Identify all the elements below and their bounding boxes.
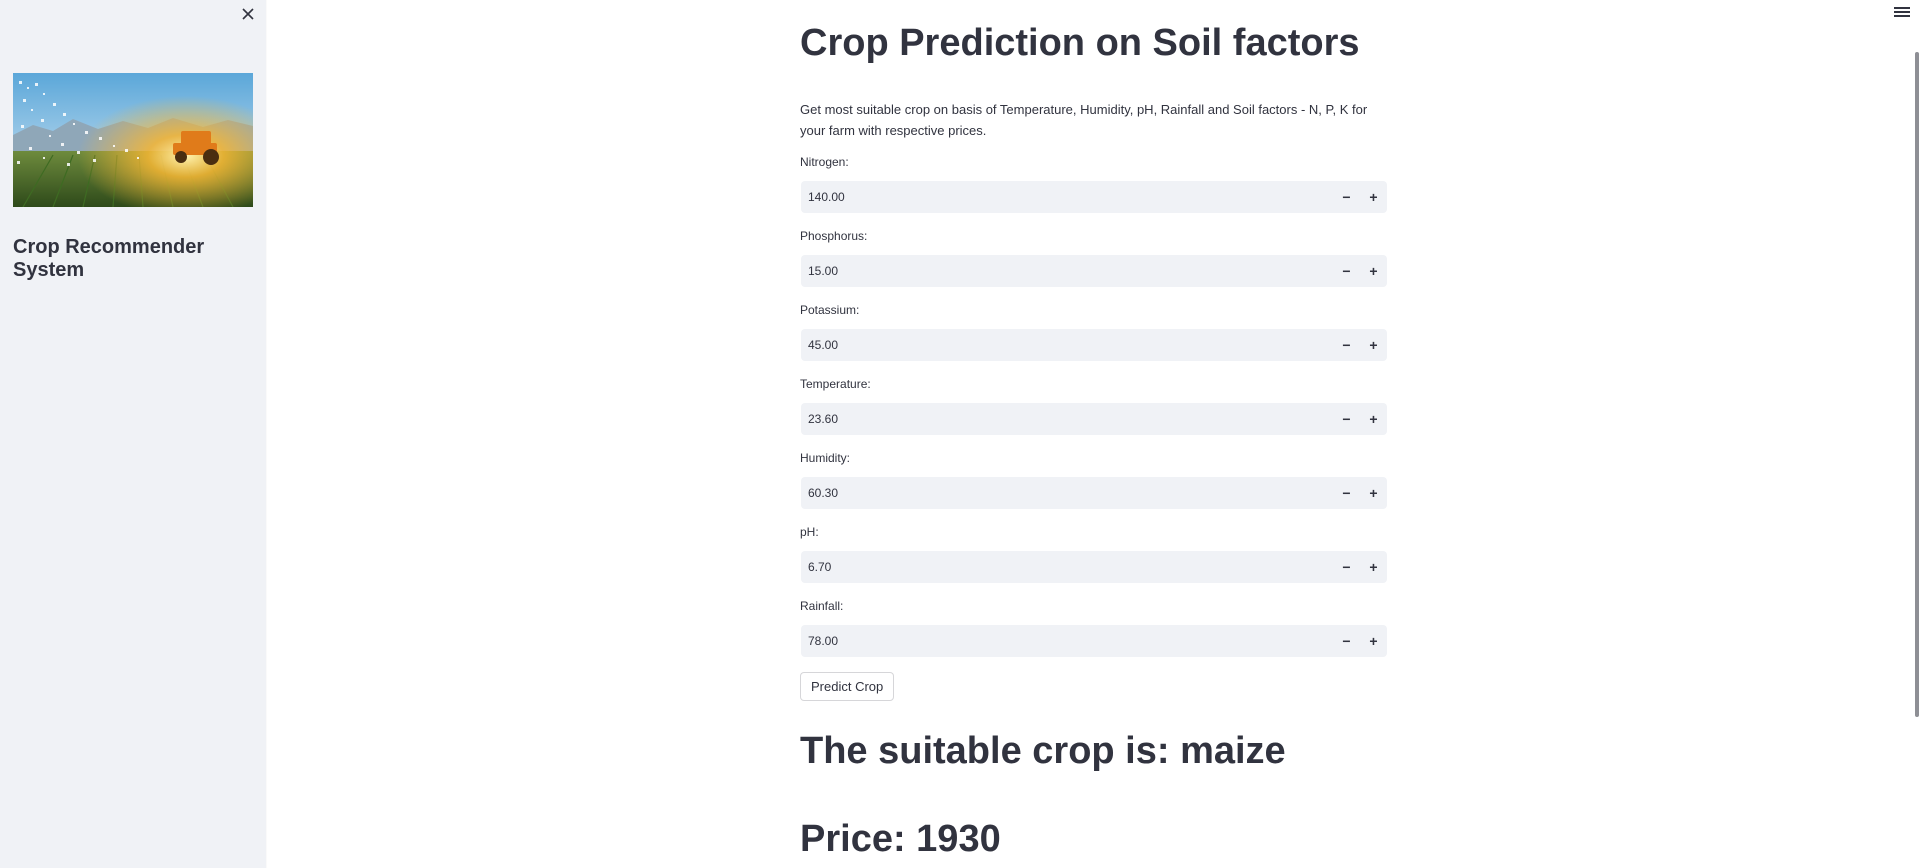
phosphorus-decrement-button[interactable]: − (1333, 255, 1360, 287)
humidity-decrement-button[interactable]: − (1333, 477, 1360, 509)
nitrogen-field: − + (801, 181, 1387, 213)
potassium-input[interactable] (801, 329, 1321, 361)
predict-crop-button[interactable]: Predict Crop (800, 672, 895, 701)
phosphorus-field: − + (801, 255, 1387, 287)
close-icon (242, 8, 254, 20)
rainfall-decrement-button[interactable]: − (1333, 625, 1360, 657)
humidity-input[interactable] (801, 477, 1321, 509)
sidebar-banner-image (13, 73, 253, 207)
nitrogen-input[interactable] (801, 181, 1321, 213)
ph-increment-button[interactable]: + (1360, 551, 1387, 583)
nitrogen-label: Nitrogen: (800, 155, 849, 169)
ph-input[interactable] (801, 551, 1321, 583)
main-area: Crop Prediction on Soil factors Get most… (266, 0, 1920, 868)
rainfall-increment-button[interactable]: + (1360, 625, 1387, 657)
nitrogen-increment-button[interactable]: + (1360, 181, 1387, 213)
crop-price: Price: 1930 (800, 818, 1001, 860)
page-description: Get most suitable crop on basis of Tempe… (800, 102, 1368, 138)
prediction-result: The suitable crop is: maize (800, 730, 1286, 772)
phosphorus-label: Phosphorus: (800, 229, 868, 243)
ph-label: pH: (800, 525, 819, 539)
main-menu-button[interactable] (1893, 5, 1911, 21)
potassium-label: Potassium: (800, 303, 860, 317)
humidity-increment-button[interactable]: + (1360, 477, 1387, 509)
scrollbar[interactable] (1912, 0, 1920, 868)
ph-decrement-button[interactable]: − (1333, 551, 1360, 583)
phosphorus-increment-button[interactable]: + (1360, 255, 1387, 287)
temperature-input[interactable] (801, 403, 1321, 435)
close-sidebar-button[interactable] (236, 2, 260, 26)
temperature-decrement-button[interactable]: − (1333, 403, 1360, 435)
ph-field: − + (801, 551, 1387, 583)
humidity-field: − + (801, 477, 1387, 509)
rainfall-label: Rainfall: (800, 599, 844, 613)
temperature-increment-button[interactable]: + (1360, 403, 1387, 435)
hamburger-menu-icon (1893, 7, 1911, 17)
temperature-field: − + (801, 403, 1387, 435)
potassium-decrement-button[interactable]: − (1333, 329, 1360, 361)
potassium-field: − + (801, 329, 1387, 361)
rainfall-field: − + (801, 625, 1387, 657)
rainfall-input[interactable] (801, 625, 1321, 657)
sidebar-title: Crop Recommender System (13, 236, 205, 281)
potassium-increment-button[interactable]: + (1360, 329, 1387, 361)
sidebar: Crop Recommender System (0, 0, 266, 868)
humidity-label: Humidity: (800, 451, 851, 465)
page-title: Crop Prediction on Soil factors (800, 22, 1360, 64)
nitrogen-decrement-button[interactable]: − (1333, 181, 1360, 213)
temperature-label: Temperature: (800, 377, 871, 391)
phosphorus-input[interactable] (801, 255, 1321, 287)
scrollbar-thumb[interactable] (1915, 52, 1919, 717)
